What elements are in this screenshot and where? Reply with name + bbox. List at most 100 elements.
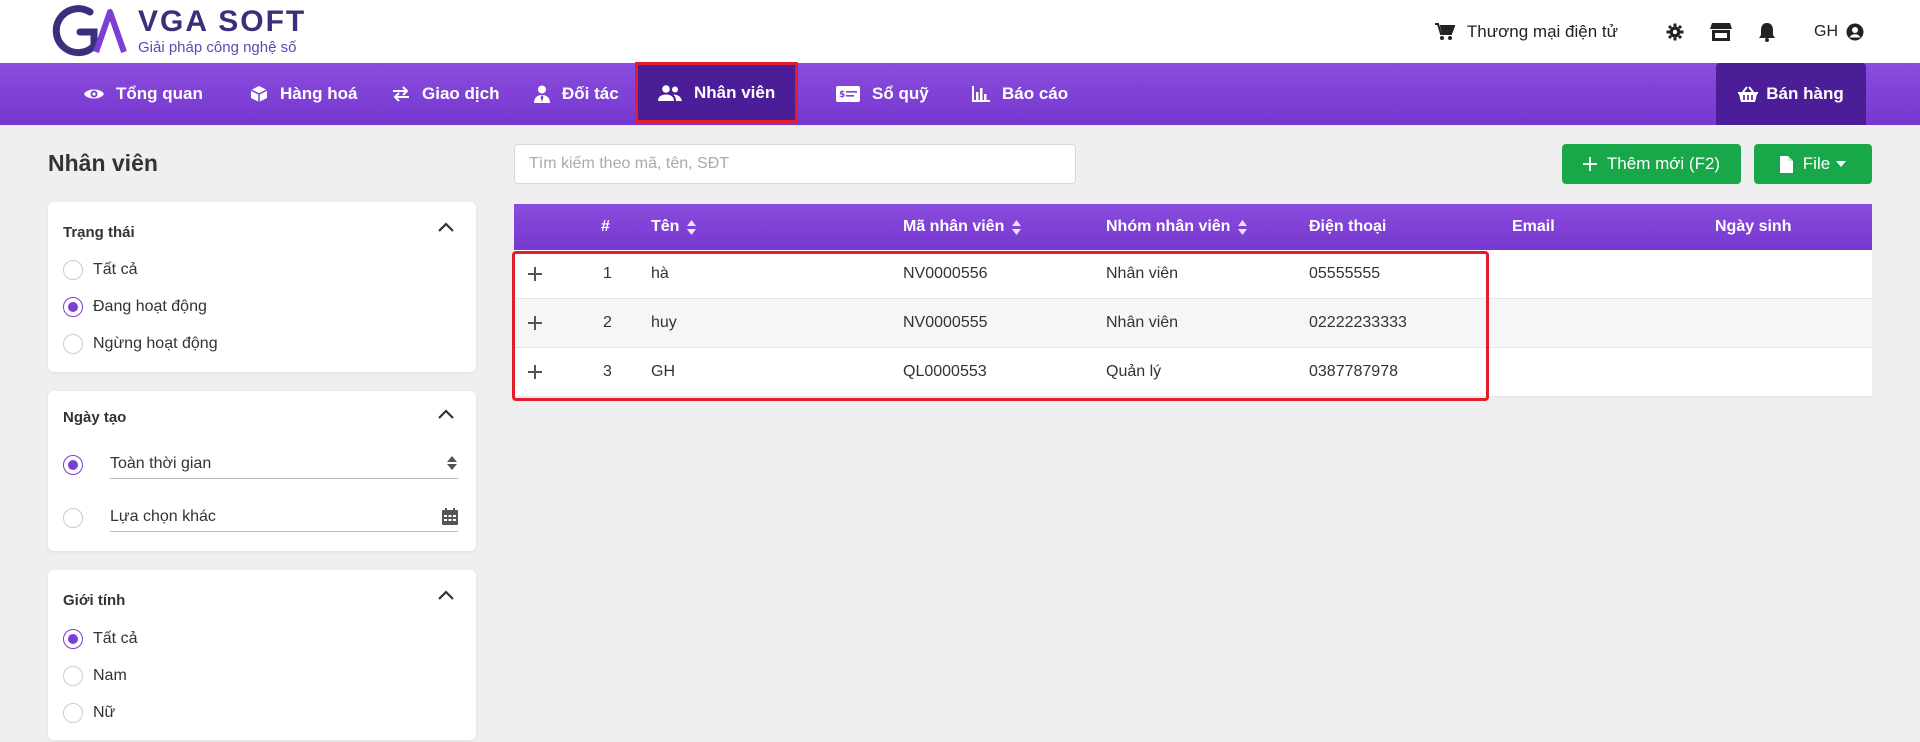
cell-group: Nhân viên [1106,314,1179,331]
status-option-all[interactable]: Tất cả [63,260,137,280]
created-option-all-time[interactable] [63,455,93,475]
logo-mark-icon [50,4,130,58]
cell-phone: 05555555 [1309,265,1381,282]
money-check-icon: $ [836,86,860,102]
box-icon [250,86,268,102]
store-icon[interactable] [1710,21,1732,43]
table-row[interactable]: 2 huy NV0000555 Nhân viên 02222233333 [514,299,1872,348]
status-option-active[interactable]: Đang hoạt động [63,297,207,317]
page-title: Nhân viên [48,150,158,176]
bar-chart-icon [972,86,990,102]
status-option-inactive[interactable]: Ngừng hoạt động [63,334,218,354]
chevron-up-icon[interactable] [438,409,454,419]
custom-date-picker[interactable]: Lựa chọn khác [110,502,458,532]
ecommerce-link[interactable]: Thương mại điện tử [1434,21,1618,42]
created-date-filter-panel: Ngày tạo Toàn thời gian Lựa chọn khác [48,391,476,551]
custom-date-label: Lựa chọn khác [110,507,216,525]
nav-item-label: Báo cáo [1002,84,1069,103]
table-row[interactable]: 1 hà NV0000556 Nhân viên 05555555 [514,250,1872,299]
radio-button[interactable] [63,508,83,528]
nav-item-label: Nhân viên [694,82,776,102]
gender-option-all[interactable]: Tất cả [63,629,137,649]
radio-button[interactable] [63,666,83,686]
column-header-group[interactable]: Nhóm nhân viên [1106,204,1248,250]
table-header: # Tên Mã nhân viên Nhóm nhân viên Điện t… [514,204,1872,250]
basket-icon [1738,86,1759,102]
file-menu-button[interactable]: File [1754,144,1872,184]
radio-label: Tất cả [93,630,138,647]
nav-item-label: Sổ quỹ [872,84,929,103]
column-header-code[interactable]: Mã nhân viên [903,204,1022,250]
radio-button[interactable] [63,260,83,280]
ecommerce-label: Thương mại điện tử [1466,21,1618,41]
user-menu[interactable]: GH [1814,23,1864,41]
status-filter-title: Trạng thái [63,224,135,241]
expand-row-icon[interactable] [528,299,542,347]
sort-icon[interactable] [1012,219,1022,235]
brand-logo[interactable]: VGA SOFT Giải pháp công nghệ số [50,4,306,58]
nav-item-label: Tổng quan [116,84,203,103]
cart-icon [1434,22,1455,40]
radio-button-selected[interactable] [63,297,83,317]
nav-item-transactions[interactable]: Giao dịch [392,63,499,125]
created-option-custom[interactable] [63,508,93,528]
gender-filter-panel: Giới tính Tất cả Nam Nữ [48,570,476,740]
cell-name: GH [651,363,675,380]
eye-icon [84,89,104,99]
chevron-up-icon[interactable] [438,222,454,232]
user-tie-icon [534,85,550,103]
nav-item-label: Hàng hoá [280,84,358,103]
sort-icon[interactable] [1238,219,1248,235]
column-header-label: Tên [651,218,680,235]
column-header-phone: Điện thoại [1309,218,1387,235]
chevron-up-icon[interactable] [438,590,454,600]
nav-item-cashbook[interactable]: $ Sổ quỹ [836,63,929,125]
nav-item-label: Đối tác [562,84,619,103]
caret-down-icon [1836,161,1847,167]
column-header-index: # [601,218,610,235]
nav-item-partners[interactable]: Đối tác [534,63,619,125]
table-row[interactable]: 3 GH QL0000553 Quản lý 0387787978 [514,348,1872,397]
nav-item-overview[interactable]: Tổng quan [84,63,203,125]
column-header-name[interactable]: Tên [651,204,697,250]
cell-index: 1 [603,265,612,282]
radio-button-selected[interactable] [63,629,83,649]
sort-icon[interactable] [687,219,697,235]
main-nav: Tổng quan Hàng hoá Giao dịch Đối tác Nhâ… [0,62,1920,125]
radio-label: Nam [93,667,127,684]
cell-code: NV0000555 [903,314,988,331]
file-icon [1779,155,1793,173]
radio-button-selected[interactable] [63,455,83,475]
calendar-icon[interactable] [442,508,458,525]
cell-name: hà [651,265,669,282]
column-header-email: Email [1512,218,1555,235]
column-header-label: Mã nhân viên [903,218,1005,235]
cell-code: QL0000553 [903,363,987,380]
settings-gear-icon[interactable] [1664,21,1686,43]
cell-phone: 02222233333 [1309,314,1407,331]
nav-item-reports[interactable]: Báo cáo [972,63,1068,125]
sell-button[interactable]: Bán hàng [1716,63,1866,125]
created-date-filter-title: Ngày tạo [63,409,127,426]
exchange-icon [393,86,409,102]
cell-index: 2 [603,314,612,331]
radio-button[interactable] [63,334,83,354]
add-new-button[interactable]: Thêm mới (F2) [1562,144,1741,184]
time-range-select[interactable]: Toàn thời gian [110,449,458,479]
bell-icon[interactable] [1756,21,1778,43]
expand-row-icon[interactable] [528,348,542,396]
status-filter-panel: Trạng thái Tất cả Đang hoạt động Ngừng h… [48,202,476,372]
expand-row-icon[interactable] [528,250,542,298]
search-input[interactable] [514,144,1076,184]
radio-button[interactable] [63,703,83,723]
nav-item-products[interactable]: Hàng hoá [250,63,357,125]
svg-text:$: $ [839,90,845,100]
nav-item-employees[interactable]: Nhân viên [635,62,799,123]
cell-phone: 0387787978 [1309,363,1398,380]
top-bar: VGA SOFT Giải pháp công nghệ số Thương m… [0,0,1920,63]
employee-table: # Tên Mã nhân viên Nhóm nhân viên Điện t… [514,204,1872,397]
radio-label: Nữ [93,704,116,721]
gender-option-female[interactable]: Nữ [63,703,115,723]
gender-option-male[interactable]: Nam [63,666,127,686]
user-initials: GH [1814,22,1838,40]
